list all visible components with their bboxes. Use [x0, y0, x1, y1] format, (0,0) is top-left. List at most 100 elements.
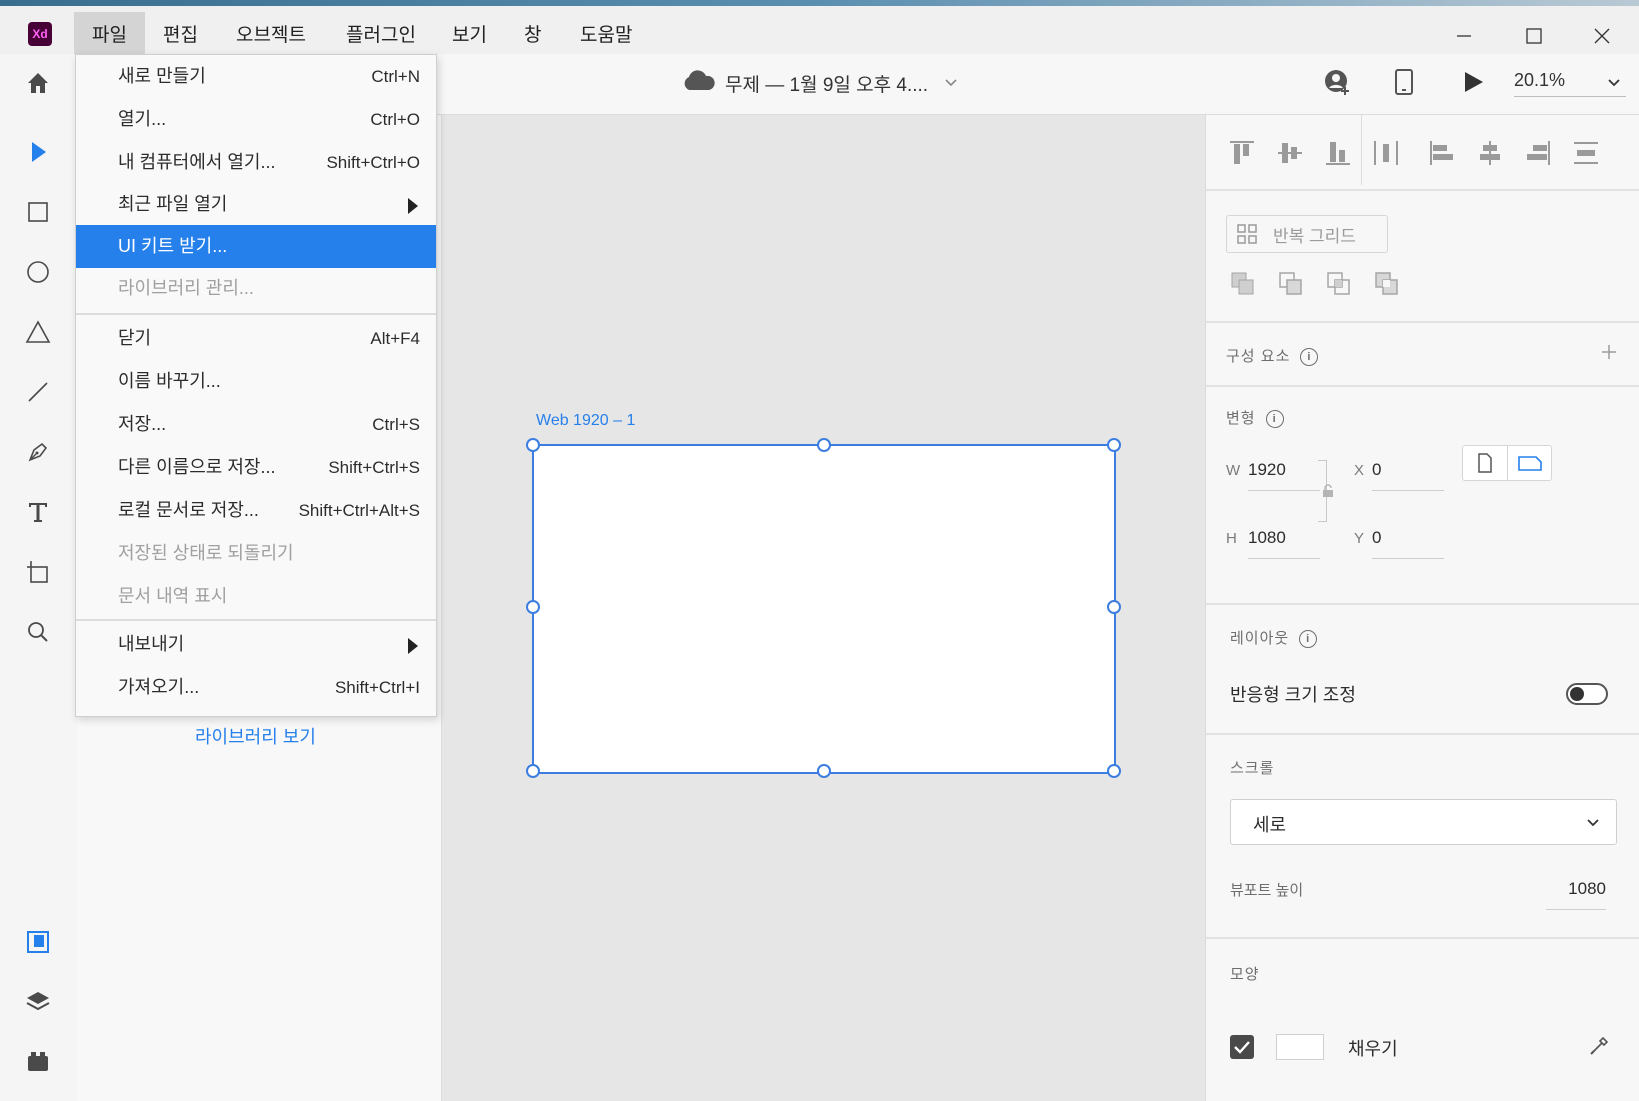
boolean-intersect-icon[interactable] — [1326, 271, 1352, 302]
align-middle-icon[interactable] — [1276, 139, 1304, 172]
info-icon[interactable]: i — [1300, 348, 1319, 367]
library-link[interactable]: 라이브러리 보기 — [195, 723, 316, 749]
menu-item-label: 문서 내역 표시 — [118, 586, 228, 606]
chevron-down-icon — [1608, 79, 1620, 87]
layers-button[interactable] — [18, 982, 58, 1022]
rectangle-icon — [28, 202, 48, 222]
align-bottom-icon[interactable] — [1324, 139, 1352, 172]
x-field[interactable]: 0 — [1372, 460, 1444, 491]
libraries-button[interactable] — [18, 922, 58, 962]
menu-item-label: 최근 파일 열기 — [118, 194, 228, 214]
ellipse-tool[interactable] — [18, 252, 58, 292]
share-user-button[interactable] — [1323, 68, 1351, 101]
divider — [1361, 115, 1362, 185]
property-inspector: 반복 그리드 구성 요소 i 변형 i W 1920 H 1080 X 0 Y 0 … — [1205, 115, 1639, 1101]
title-bar: Xd 파일 편집 오브젝트 플러그인 보기 창 도움말 — [0, 6, 1639, 60]
info-icon[interactable]: i — [1299, 630, 1318, 649]
menu-file[interactable]: 파일 — [74, 12, 145, 60]
maximize-icon — [1526, 28, 1542, 44]
info-icon[interactable]: i — [1265, 410, 1284, 429]
width-field[interactable]: 1920 — [1248, 460, 1320, 491]
menu-export[interactable]: 내보내기 — [76, 623, 436, 666]
menu-help[interactable]: 도움말 — [562, 12, 650, 60]
play-preview-button[interactable] — [1461, 70, 1485, 99]
plugins-button[interactable] — [18, 1042, 58, 1082]
zoom-select[interactable]: 20.1% — [1514, 68, 1626, 97]
zoom-tool[interactable] — [18, 612, 58, 652]
select-tool[interactable] — [18, 132, 58, 172]
text-icon — [29, 503, 47, 522]
minimize-button[interactable] — [1430, 12, 1498, 60]
artboard-label[interactable]: Web 1920 – 1 — [536, 412, 635, 430]
boolean-exclude-icon[interactable] — [1374, 271, 1400, 302]
document-title[interactable]: 무제 — 1월 9일 오후 4.... — [725, 70, 928, 97]
resize-handle[interactable] — [1107, 600, 1121, 614]
responsive-resize-toggle[interactable] — [1566, 683, 1608, 705]
boolean-subtract-icon[interactable] — [1278, 271, 1304, 302]
repeat-grid-button[interactable]: 반복 그리드 — [1226, 215, 1388, 253]
device-preview-button[interactable] — [1393, 68, 1415, 101]
distribute-vertical-icon[interactable] — [1572, 139, 1600, 172]
resize-handle[interactable] — [526, 764, 540, 778]
menu-window[interactable]: 창 — [506, 12, 559, 60]
menu-open-from-computer[interactable]: 내 컴퓨터에서 열기... Shift+Ctrl+O — [76, 141, 436, 184]
resize-handle[interactable] — [526, 438, 540, 452]
menu-get-ui-kits[interactable]: UI 키트 받기... — [76, 225, 436, 268]
fill-label: 채우기 — [1348, 1039, 1398, 1059]
menu-plugins[interactable]: 플러그인 — [328, 12, 434, 60]
home-button[interactable] — [18, 63, 58, 103]
scroll-select[interactable]: 세로 — [1230, 799, 1617, 845]
play-icon — [1465, 72, 1483, 92]
height-field[interactable]: 1080 — [1248, 528, 1320, 559]
align-top-icon[interactable] — [1228, 139, 1256, 172]
viewport-height-field[interactable]: 1080 — [1546, 879, 1606, 910]
add-component-button[interactable] — [1600, 343, 1618, 366]
y-field[interactable]: 0 — [1372, 528, 1444, 559]
menu-edit[interactable]: 편집 — [145, 12, 216, 60]
portrait-button[interactable] — [1463, 446, 1508, 480]
fill-color-swatch[interactable] — [1276, 1034, 1324, 1060]
rectangle-tool[interactable] — [18, 192, 58, 232]
resize-handle[interactable] — [1107, 438, 1121, 452]
layout-section: 레이아웃 i — [1230, 627, 1318, 649]
resize-handle[interactable] — [817, 438, 831, 452]
menu-open-recent[interactable]: 최근 파일 열기 — [76, 183, 436, 226]
fill-checkbox[interactable] — [1230, 1035, 1254, 1059]
text-tool[interactable] — [18, 492, 58, 532]
line-tool[interactable] — [18, 372, 58, 412]
distribute-horizontal-icon[interactable] — [1372, 139, 1400, 172]
eyedropper-button[interactable] — [1588, 1033, 1612, 1062]
polygon-tool[interactable] — [18, 312, 58, 352]
eyedropper-icon — [1590, 1036, 1609, 1055]
menu-open[interactable]: 열기... Ctrl+O — [76, 98, 436, 141]
menu-save-local[interactable]: 로컬 문서로 저장... Shift+Ctrl+Alt+S — [76, 489, 436, 532]
menu-view[interactable]: 보기 — [434, 12, 505, 60]
menu-new[interactable]: 새로 만들기 Ctrl+N — [76, 55, 436, 98]
menu-object[interactable]: 오브젝트 — [218, 12, 324, 60]
boolean-add-icon[interactable] — [1230, 271, 1256, 302]
menu-item-label: 닫기 — [118, 328, 152, 348]
align-center-icon[interactable] — [1476, 139, 1504, 172]
menu-save-as[interactable]: 다른 이름으로 저장... Shift+Ctrl+S — [76, 446, 436, 489]
close-button[interactable] — [1568, 12, 1636, 60]
maximize-button[interactable] — [1500, 12, 1568, 60]
artboard[interactable] — [532, 444, 1116, 774]
menu-manage-libraries[interactable]: 라이브러리 관리... — [76, 267, 436, 310]
align-left-icon[interactable] — [1428, 139, 1456, 172]
pen-tool[interactable] — [18, 432, 58, 472]
menu-rename[interactable]: 이름 바꾸기... — [76, 360, 436, 403]
chevron-down-icon[interactable] — [943, 74, 959, 95]
resize-handle[interactable] — [817, 764, 831, 778]
menu-close[interactable]: 닫기 Alt+F4 — [76, 317, 436, 360]
menu-import[interactable]: 가져오기... Shift+Ctrl+I — [76, 666, 436, 709]
resize-handle[interactable] — [526, 600, 540, 614]
menu-save[interactable]: 저장... Ctrl+S — [76, 403, 436, 446]
align-right-icon[interactable] — [1524, 139, 1552, 172]
menu-revert[interactable]: 저장된 상태로 되돌리기 — [76, 532, 436, 575]
artboard-tool[interactable] — [18, 552, 58, 592]
menu-version-history[interactable]: 문서 내역 표시 — [76, 575, 436, 618]
lock-icon[interactable] — [1322, 484, 1334, 503]
landscape-button[interactable] — [1508, 446, 1551, 480]
menu-item-label: 로컬 문서로 저장... — [118, 500, 259, 520]
resize-handle[interactable] — [1107, 764, 1121, 778]
